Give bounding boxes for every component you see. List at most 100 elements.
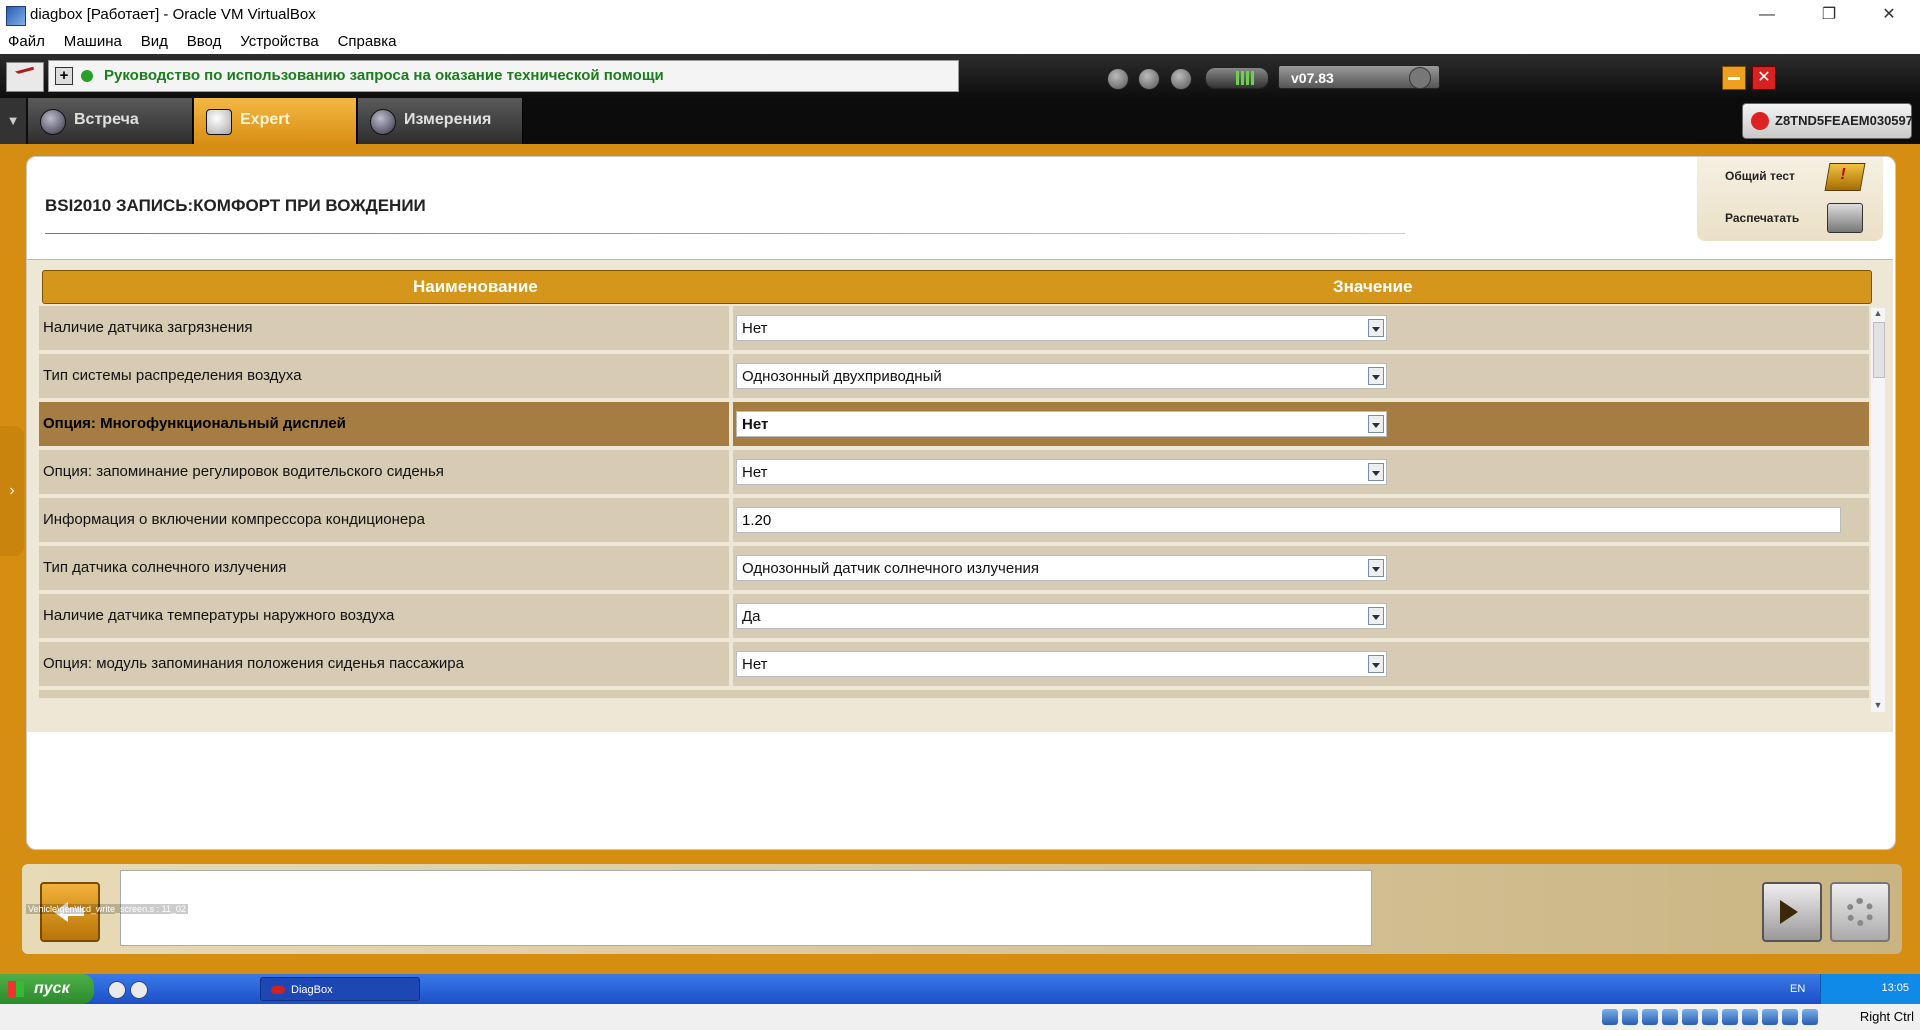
hdd-icon[interactable]: [1602, 1009, 1618, 1025]
chevron-down-icon[interactable]: [1368, 463, 1384, 481]
user-icon[interactable]: [1138, 68, 1160, 90]
download-icon[interactable]: [1107, 68, 1129, 90]
menu-input[interactable]: Ввод: [187, 30, 222, 54]
vin-text: Z8TND5FEAEM030597: [1775, 113, 1913, 128]
text-field-value: 1.20: [742, 512, 772, 529]
audio-icon[interactable]: [1642, 1009, 1658, 1025]
chevron-down-icon[interactable]: [1368, 607, 1384, 625]
chevron-down-icon[interactable]: [1368, 655, 1384, 673]
keyboard-capture-icon[interactable]: [1802, 1009, 1818, 1025]
tab-expert[interactable]: Expert: [194, 98, 357, 144]
screen-path-label: Vehicle\gen\tlcd_write_screen.s : 11_02: [26, 904, 188, 914]
display-icon[interactable]: [1722, 1009, 1738, 1025]
scroll-down-icon[interactable]: ▼: [1871, 700, 1885, 712]
value-dropdown[interactable]: Однозонный двухприводный: [736, 363, 1387, 389]
minimize-button[interactable]: —: [1744, 0, 1790, 30]
row-name: Опция: Многофункциональный дисплей: [43, 415, 346, 432]
tab-meeting[interactable]: Встреча: [28, 98, 193, 144]
chevron-down-icon[interactable]: [1368, 319, 1384, 337]
value-dropdown[interactable]: Нет: [736, 411, 1387, 437]
table-row[interactable]: Наличие датчика температуры наружного во…: [39, 594, 1869, 640]
table-row[interactable]: Наличие датчика загрязнения Нет: [39, 306, 1869, 352]
magnifier-icon: [206, 109, 232, 135]
table-row[interactable]: Тип системы распределения воздуха Однозо…: [39, 354, 1869, 400]
row-name: Опция: модуль запоминания положения сиде…: [43, 655, 464, 672]
title-divider: [45, 233, 1405, 234]
row-separator: [729, 306, 733, 350]
value-dropdown[interactable]: Однозонный датчик солнечного излучения: [736, 555, 1387, 581]
gear-button[interactable]: [1830, 882, 1890, 942]
print-label[interactable]: Распечатать: [1725, 211, 1799, 225]
row-separator: [729, 594, 733, 638]
table-row[interactable]: Опция: запоминание регулировок водительс…: [39, 450, 1869, 496]
value-dropdown[interactable]: Нет: [736, 459, 1387, 485]
table-row-selected[interactable]: Опция: Многофункциональный дисплей Нет: [39, 402, 1869, 448]
chevron-down-icon[interactable]: [1368, 415, 1384, 433]
value-text-field[interactable]: 1.20: [736, 507, 1841, 533]
quicklaunch-icon[interactable]: [130, 981, 148, 999]
tabs-dropdown-icon[interactable]: ▼: [0, 98, 26, 144]
video-capture-icon[interactable]: [1742, 1009, 1758, 1025]
table-row[interactable]: Опция: модуль запоминания положения сиде…: [39, 642, 1869, 688]
row-name: Опция: запоминание регулировок водительс…: [43, 463, 444, 480]
mouse-integration-icon[interactable]: [1782, 1009, 1798, 1025]
general-test-label[interactable]: Общий тест: [1725, 169, 1795, 183]
version-knob-icon[interactable]: [1409, 67, 1431, 89]
vin-button[interactable]: Z8TND5FEAEM030597: [1742, 103, 1913, 139]
host-title-bar: diagbox [Работает] - Oracle VM VirtualBo…: [0, 0, 1920, 30]
language-indicator[interactable]: EN: [1790, 983, 1805, 995]
row-separator: [729, 402, 733, 446]
warning-icon[interactable]: [1824, 163, 1866, 191]
restore-button[interactable]: ❐: [1806, 0, 1852, 30]
usb-icon[interactable]: [1682, 1009, 1698, 1025]
network-icon[interactable]: [1662, 1009, 1678, 1025]
scroll-thumb[interactable]: [1873, 322, 1885, 378]
header-name: Наименование: [413, 277, 538, 296]
tab-measurements[interactable]: Измерения: [358, 98, 523, 144]
diagbox-task-icon: [271, 986, 285, 994]
menu-devices[interactable]: Устройства: [240, 30, 318, 54]
printer-icon[interactable]: [1827, 203, 1863, 233]
tabs-row: ▼ Встреча Expert Измерения Z8TND5FEAEM03…: [0, 98, 1920, 144]
content-panel: BSI2010 ЗАПИСЬ:КОМФОРТ ПРИ ВОЖДЕНИИ Общи…: [26, 156, 1896, 850]
app-close-button[interactable]: ✕: [1752, 66, 1776, 90]
menu-view[interactable]: Вид: [141, 30, 168, 54]
optical-drive-icon[interactable]: [1622, 1009, 1638, 1025]
dropdown-value: Однозонный датчик солнечного излучения: [742, 560, 1039, 577]
shared-folders-icon[interactable]: [1702, 1009, 1718, 1025]
system-tray: 13:05: [1820, 974, 1920, 1004]
task-label: DiagBox: [291, 984, 333, 996]
scroll-up-icon[interactable]: ▲: [1871, 308, 1885, 320]
value-dropdown[interactable]: Нет: [736, 651, 1387, 677]
close-window-button[interactable]: ✕: [1866, 0, 1912, 30]
message-box: [120, 870, 1372, 946]
value-dropdown[interactable]: Да: [736, 603, 1387, 629]
taskbar-item-diagbox[interactable]: DiagBox: [260, 977, 420, 1001]
table-scrollbar[interactable]: ▲ ▼: [1871, 308, 1885, 712]
menu-file[interactable]: Файл: [8, 30, 45, 54]
connection-signal-icon: [1205, 67, 1269, 89]
table-row[interactable]: Тип датчика солнечного излучения Однозон…: [39, 546, 1869, 592]
row-separator: [729, 546, 733, 590]
chevron-down-icon[interactable]: [1368, 367, 1384, 385]
start-button[interactable]: пуск: [0, 974, 94, 1004]
settings-circle-icon[interactable]: [1170, 68, 1192, 90]
chevron-down-icon[interactable]: [1368, 559, 1384, 577]
header-value: Значение: [1333, 277, 1413, 296]
menu-machine[interactable]: Машина: [64, 30, 122, 54]
help-request-bar[interactable]: + Руководство по использованию запроса н…: [48, 60, 959, 92]
citroen-logo: [6, 62, 44, 92]
expand-plus-icon[interactable]: +: [55, 67, 73, 85]
table-row[interactable]: Информация о включении компрессора конди…: [39, 498, 1869, 544]
side-actions-panel: Общий тест Распечатать: [1697, 157, 1883, 241]
value-dropdown[interactable]: Нет: [736, 315, 1387, 341]
power-icon: [1751, 112, 1769, 130]
side-panel-toggle[interactable]: ›: [0, 426, 24, 556]
menu-help[interactable]: Справка: [338, 30, 397, 54]
app-minimize-button[interactable]: [1722, 66, 1746, 90]
ie-icon[interactable]: [108, 981, 126, 999]
next-button[interactable]: [1762, 882, 1822, 942]
version-indicator: v07.83: [1278, 65, 1440, 89]
virtualization-icon[interactable]: [1762, 1009, 1778, 1025]
dropdown-value: Да: [742, 608, 761, 625]
